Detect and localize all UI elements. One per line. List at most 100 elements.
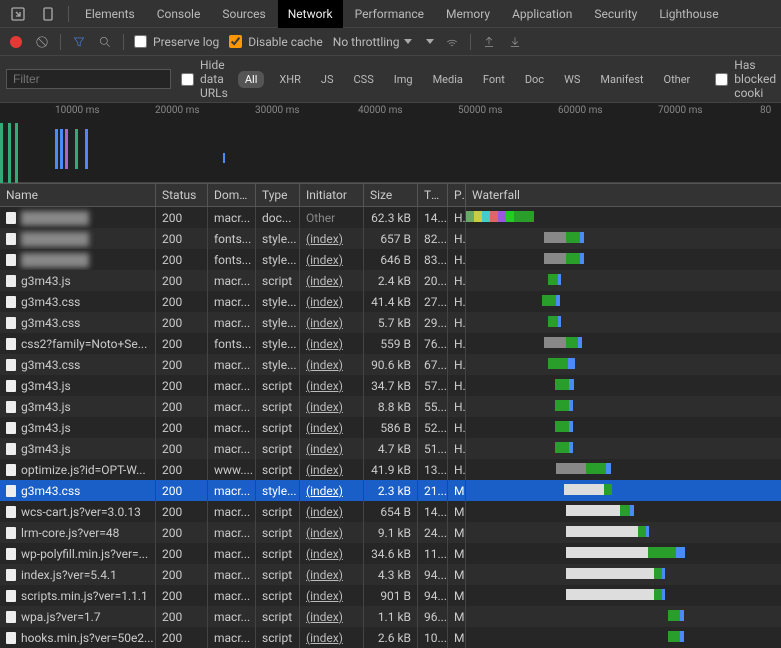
filter-input[interactable]: [6, 69, 171, 89]
cell-initiator[interactable]: (index): [300, 459, 364, 480]
cell-initiator[interactable]: (index): [300, 438, 364, 459]
cell-initiator[interactable]: (index): [300, 522, 364, 543]
cell-initiator[interactable]: (index): [300, 291, 364, 312]
clear-icon[interactable]: [34, 34, 50, 50]
filter-css[interactable]: CSS: [349, 71, 379, 88]
table-row[interactable]: hooks.min.js?ver=50e2...200macr...script…: [0, 627, 781, 648]
table-row[interactable]: ████████200macr...doc...Other62.3 kB14..…: [0, 207, 781, 228]
tab-security[interactable]: Security: [584, 0, 647, 28]
chevron-down-icon[interactable]: [426, 39, 434, 44]
table-row[interactable]: wpa.js?ver=1.7200macr...script(index)1.1…: [0, 606, 781, 627]
search-icon[interactable]: [97, 34, 113, 50]
tab-sources[interactable]: Sources: [212, 0, 275, 28]
preserve-log-checkbox[interactable]: Preserve log: [134, 35, 219, 49]
col-initiator[interactable]: Initiator: [300, 184, 364, 206]
cell-initiator[interactable]: (index): [300, 417, 364, 438]
tab-lighthouse[interactable]: Lighthouse: [649, 0, 728, 28]
has-blocked-cookies[interactable]: Has blocked cooki: [715, 58, 776, 100]
cell-size: 9.1 kB: [364, 522, 418, 543]
filter-xhr[interactable]: XHR: [274, 71, 306, 88]
cell-initiator[interactable]: (index): [300, 564, 364, 585]
col-waterfall[interactable]: Waterfall: [466, 184, 781, 206]
filter-ws[interactable]: WS: [559, 71, 585, 88]
tab-performance[interactable]: Performance: [345, 0, 434, 28]
cell-size: 90.6 kB: [364, 354, 418, 375]
table-row[interactable]: g3m43.js200macr...script(index)34.7 kB57…: [0, 375, 781, 396]
upload-icon[interactable]: [481, 34, 497, 50]
timeline-overview[interactable]: 10000 ms20000 ms30000 ms40000 ms50000 ms…: [0, 103, 781, 183]
cell-initiator[interactable]: (index): [300, 396, 364, 417]
cell-status: 200: [156, 249, 208, 270]
table-row[interactable]: css2?family=Noto+Se...200fonts...style..…: [0, 333, 781, 354]
hide-data-urls[interactable]: Hide data URLs: [181, 58, 228, 100]
cell-type: script: [256, 606, 300, 627]
cell-initiator[interactable]: (index): [300, 627, 364, 648]
col-type[interactable]: Type: [256, 184, 300, 206]
cell-name: ████████: [0, 249, 156, 270]
table-row[interactable]: g3m43.css200macr...style...(index)5.7 kB…: [0, 312, 781, 333]
tab-elements[interactable]: Elements: [75, 0, 145, 28]
table-row[interactable]: scripts.min.js?ver=1.1.1200macr...script…: [0, 585, 781, 606]
tab-application[interactable]: Application: [502, 0, 582, 28]
cell-initiator[interactable]: (index): [300, 543, 364, 564]
cell-initiator[interactable]: (index): [300, 606, 364, 627]
filter-manifest[interactable]: Manifest: [595, 71, 648, 88]
wifi-icon[interactable]: [444, 34, 460, 50]
cell-initiator[interactable]: (index): [300, 585, 364, 606]
table-row[interactable]: wp-polyfill.min.js?ver=...200macr...scri…: [0, 543, 781, 564]
filter-media[interactable]: Media: [428, 71, 468, 88]
device-icon[interactable]: [34, 0, 62, 28]
cell-waterfall: [466, 606, 781, 627]
table-row[interactable]: g3m43.css200macr...style...(index)41.4 k…: [0, 291, 781, 312]
col-size[interactable]: Size: [364, 184, 418, 206]
table-row[interactable]: index.js?ver=5.4.1200macr...script(index…: [0, 564, 781, 585]
col-name[interactable]: Name: [0, 184, 156, 206]
table-row[interactable]: g3m43.js200macr...script(index)586 B52..…: [0, 417, 781, 438]
throttling-select[interactable]: No throttling: [333, 35, 412, 49]
cell-priority: H..: [448, 438, 466, 459]
table-row[interactable]: g3m43.js200macr...script(index)2.4 kB20.…: [0, 270, 781, 291]
cell-initiator[interactable]: (index): [300, 375, 364, 396]
filter-doc[interactable]: Doc: [520, 71, 549, 88]
inspect-icon[interactable]: [4, 0, 32, 28]
tab-network[interactable]: Network: [278, 0, 343, 28]
col-domain[interactable]: Doma...: [208, 184, 256, 206]
table-row[interactable]: optimize.js?id=OPT-W...200www....script(…: [0, 459, 781, 480]
table-row[interactable]: lrm-core.js?ver=48200macr...script(index…: [0, 522, 781, 543]
cell-initiator[interactable]: (index): [300, 249, 364, 270]
cell-initiator[interactable]: (index): [300, 312, 364, 333]
table-row[interactable]: g3m43.css200macr...style...(index)90.6 k…: [0, 354, 781, 375]
table-row[interactable]: g3m43.css200macr...style...(index)2.3 kB…: [0, 480, 781, 501]
table-row[interactable]: wcs-cart.js?ver=3.0.13200macr...script(i…: [0, 501, 781, 522]
filter-other[interactable]: Other: [659, 71, 696, 88]
cell-priority: H..: [448, 312, 466, 333]
cell-initiator[interactable]: (index): [300, 480, 364, 501]
cell-initiator[interactable]: Other: [300, 207, 364, 228]
download-icon[interactable]: [507, 34, 523, 50]
col-status[interactable]: Status: [156, 184, 208, 206]
table-row[interactable]: g3m43.js200macr...script(index)8.8 kB55.…: [0, 396, 781, 417]
table-row[interactable]: g3m43.js200macr...script(index)4.7 kB51.…: [0, 438, 781, 459]
filter-js[interactable]: JS: [316, 71, 339, 88]
col-priority[interactable]: P: [448, 184, 466, 206]
filter-img[interactable]: Img: [389, 71, 418, 88]
disable-cache-checkbox[interactable]: Disable cache: [229, 35, 323, 49]
cell-initiator[interactable]: (index): [300, 333, 364, 354]
table-row[interactable]: ████████200fonts...style...(index)646 B8…: [0, 249, 781, 270]
cell-waterfall: [466, 228, 781, 249]
tab-console[interactable]: Console: [147, 0, 211, 28]
tab-memory[interactable]: Memory: [436, 0, 500, 28]
record-button[interactable]: [8, 34, 24, 50]
cell-priority: H..: [448, 333, 466, 354]
cell-initiator[interactable]: (index): [300, 501, 364, 522]
table-row[interactable]: ████████200fonts...style...(index)657 B8…: [0, 228, 781, 249]
filter-font[interactable]: Font: [478, 71, 510, 88]
filter-all[interactable]: All: [238, 71, 265, 88]
cell-initiator[interactable]: (index): [300, 270, 364, 291]
col-time[interactable]: Ti...: [418, 184, 448, 206]
cell-initiator[interactable]: (index): [300, 228, 364, 249]
cell-initiator[interactable]: (index): [300, 354, 364, 375]
file-icon: [6, 569, 16, 581]
cell-type: style...: [256, 333, 300, 354]
filter-icon[interactable]: [71, 34, 87, 50]
